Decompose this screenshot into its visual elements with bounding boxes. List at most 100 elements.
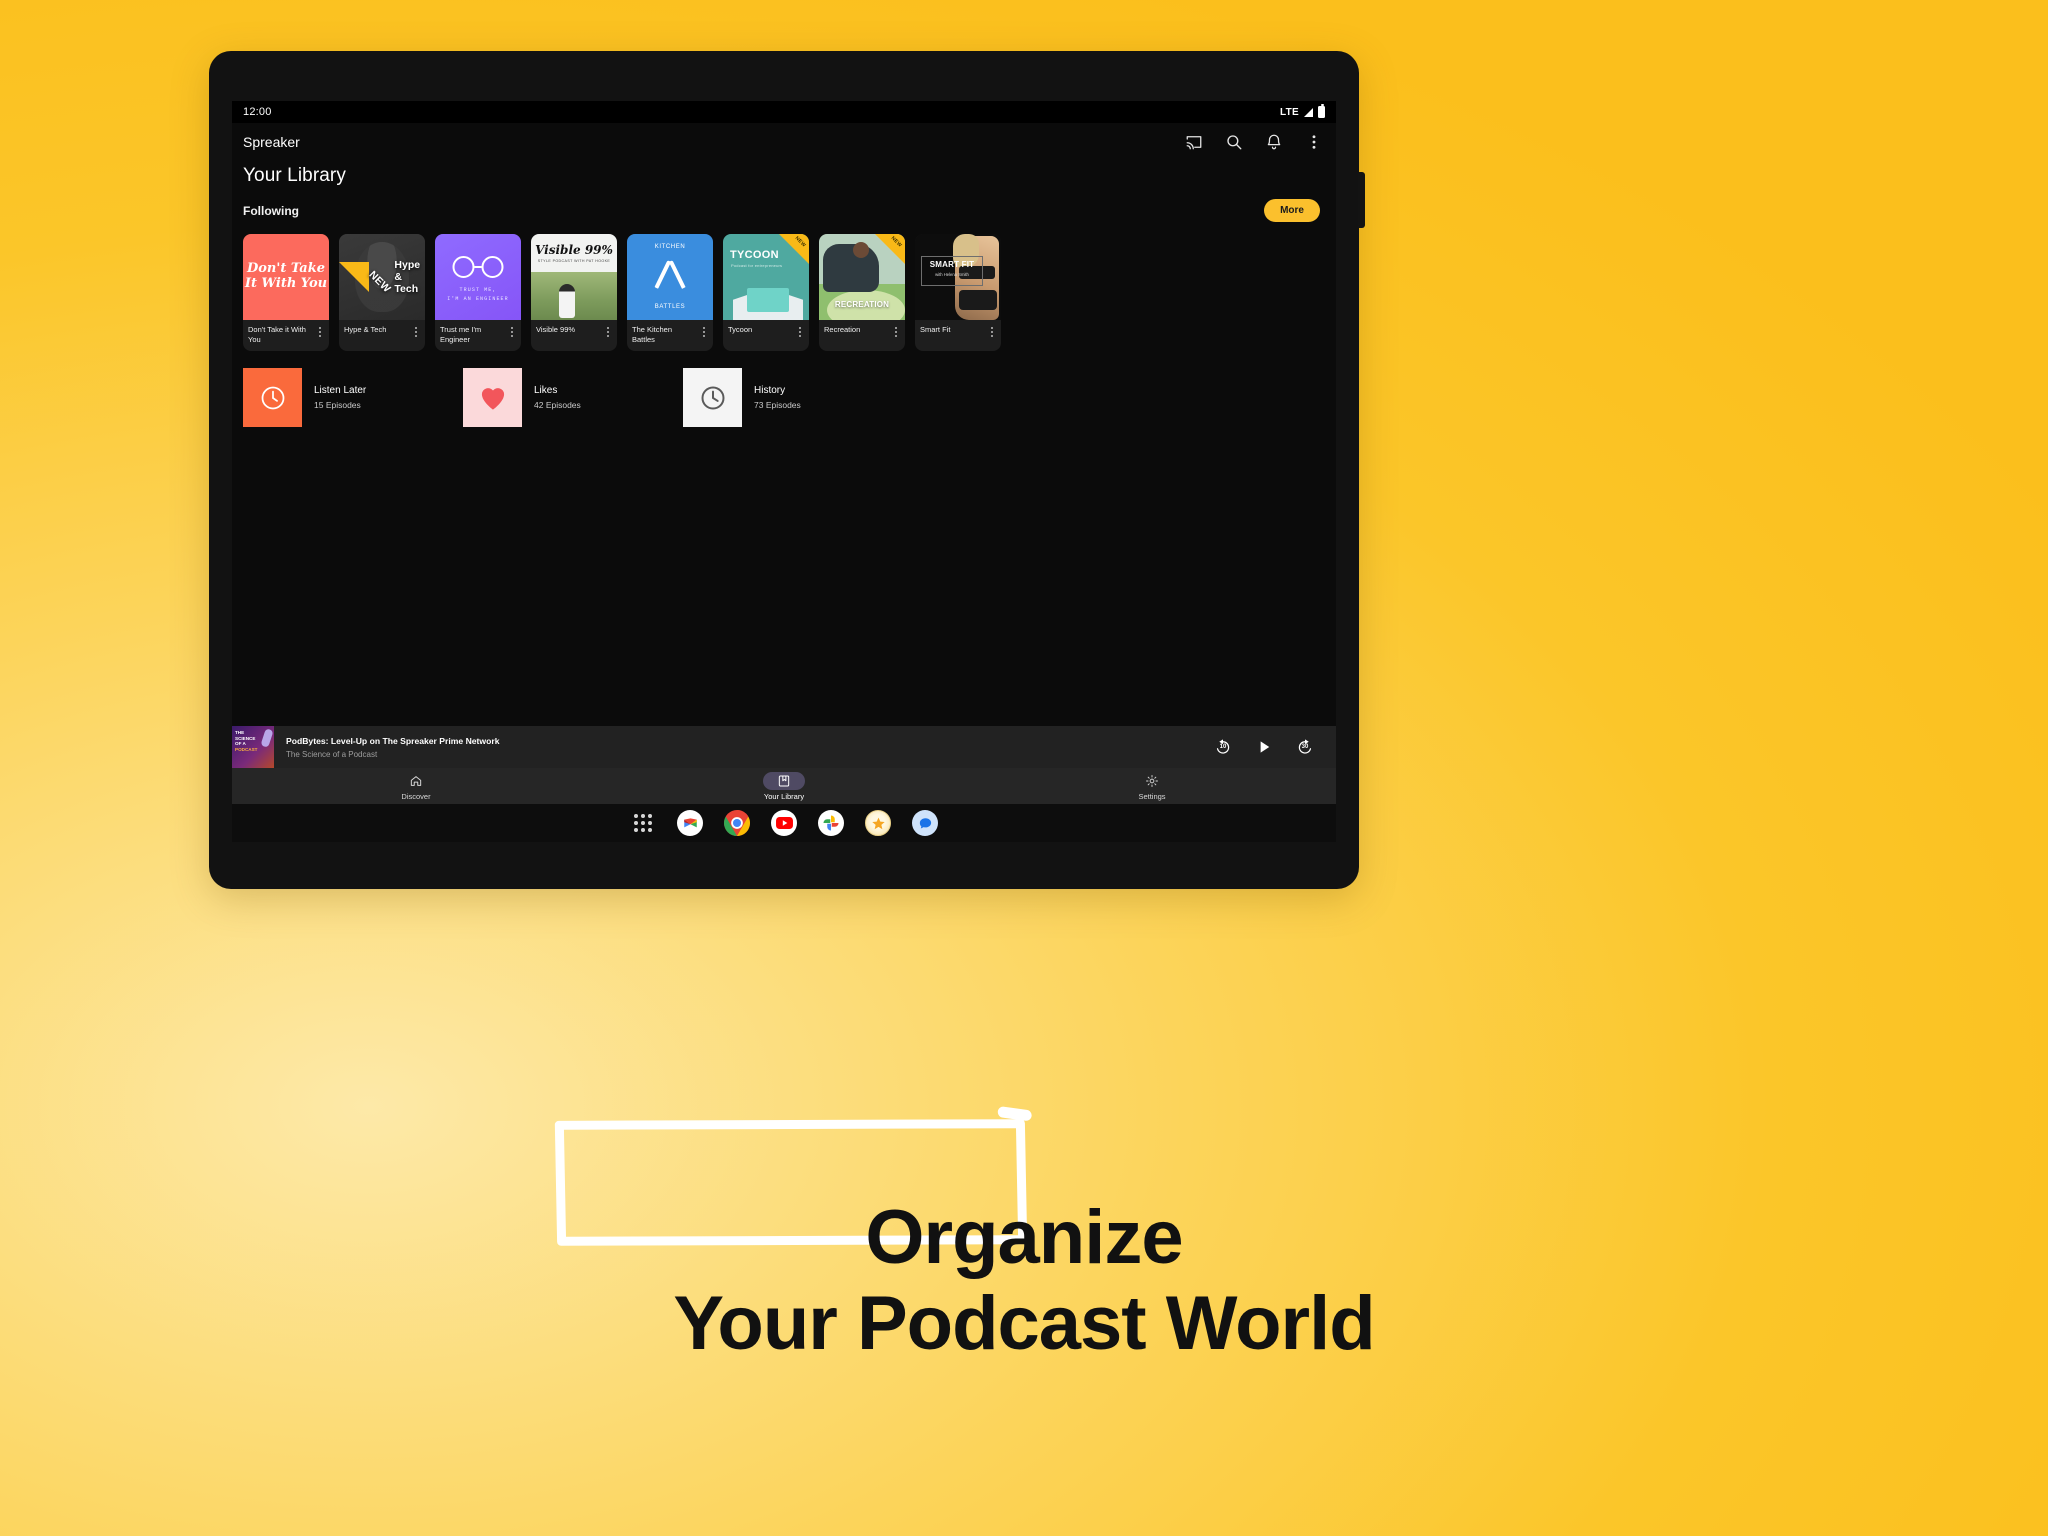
podcast-card-meta: Trust me I'm Engineer: [435, 320, 521, 351]
library-item-subtitle: 15 Episodes: [314, 400, 361, 411]
notifications-bell-icon[interactable]: [1265, 133, 1283, 151]
overflow-menu-icon[interactable]: [1305, 133, 1323, 151]
nav-label-settings: Settings: [1138, 791, 1166, 801]
podcast-artwork: NEW RECREATION: [819, 234, 905, 320]
money-illustration: [747, 288, 789, 312]
marketing-caption: Organize Your Podcast World: [0, 1119, 2048, 1366]
likes-artwork: [463, 368, 522, 428]
card-overflow-menu-icon[interactable]: [411, 325, 421, 337]
card-overflow-menu-icon[interactable]: [795, 325, 805, 337]
library-item-history[interactable]: History 73 Episodes: [683, 368, 903, 428]
library-item-title: Listen Later: [314, 385, 367, 397]
spoon-icon: [668, 260, 686, 289]
youtube-icon[interactable]: [771, 810, 797, 836]
following-header: Following More: [232, 187, 1336, 222]
battery-full-icon: [1318, 104, 1325, 118]
fork-icon: [654, 260, 672, 289]
nav-label-your-library: Your Library: [763, 791, 805, 801]
star-app-icon[interactable]: [865, 810, 891, 836]
chrome-icon[interactable]: [724, 810, 750, 836]
artwork-title: Don't Take It With You: [244, 261, 328, 291]
nav-tab-your-library[interactable]: Your Library: [600, 771, 968, 801]
person-photo: [559, 284, 575, 318]
library-item-subtitle: 73 Episodes: [754, 400, 801, 411]
forward-seconds-label: 30: [1301, 743, 1309, 750]
artwork-line-3: OF A: [235, 741, 246, 747]
podcast-card[interactable]: SMART FIT with Helena Smith Smart Fit: [915, 234, 1001, 352]
artwork-line-4: PODCAST: [235, 747, 258, 753]
caption-line-2: Your Podcast World: [673, 1281, 1375, 1366]
search-icon[interactable]: [1225, 133, 1243, 151]
podcast-card-meta: Hype & Tech: [339, 320, 425, 343]
caption-line-1: Organize: [865, 1195, 1183, 1280]
podcast-card-meta: Don't Take it With You: [243, 320, 329, 351]
artwork-line-1: TRUST ME,: [459, 287, 497, 293]
podcast-artwork: SMART FIT with Helena Smith: [915, 234, 1001, 320]
mini-player[interactable]: THE SCIENCE OF A PODCAST PodBytes: Level…: [232, 726, 1336, 768]
card-overflow-menu-icon[interactable]: [315, 325, 325, 337]
podcast-title: Don't Take it With You: [248, 325, 306, 345]
play-button[interactable]: [1255, 738, 1273, 756]
play-icon: [1260, 741, 1270, 753]
forward-30-button[interactable]: 30: [1296, 738, 1314, 756]
card-overflow-menu-icon[interactable]: [891, 325, 901, 337]
android-dock: [232, 804, 1336, 842]
nav-tab-discover[interactable]: Discover: [232, 772, 600, 801]
artwork-line-2: I'M AN ENGINEER: [447, 295, 509, 302]
podcast-title: Hype & Tech: [344, 325, 387, 334]
tablet-device: 12:00 LTE Spreaker Your Library Followin…: [209, 51, 1359, 889]
home-icon: [395, 772, 437, 790]
tablet-power-button: [1358, 172, 1365, 228]
podcast-artwork: NEW TYCOON Podcast for entrepreneurs: [723, 234, 809, 320]
library-item-title: History: [754, 385, 786, 397]
artwork-line-1: THE: [235, 730, 245, 735]
podcast-card[interactable]: Visible 99% STYLE PODCAST WITH PAT HOOKE…: [531, 234, 617, 352]
artwork-line-1: KITCHEN: [654, 244, 686, 250]
card-overflow-menu-icon[interactable]: [507, 325, 517, 337]
rewind-seconds-label: 10: [1219, 743, 1227, 750]
new-badge: [339, 262, 369, 292]
rewind-10-button[interactable]: 10: [1214, 738, 1232, 756]
podcast-card[interactable]: NEW TYCOON Podcast for entrepreneurs Tyc…: [723, 234, 809, 352]
messages-icon[interactable]: [912, 810, 938, 836]
page-title: Your Library: [243, 165, 346, 186]
app-drawer-icon[interactable]: [630, 810, 656, 836]
podcast-card[interactable]: Don't Take It With You Don't Take it Wit…: [243, 234, 329, 352]
podcast-card[interactable]: KITCHEN BATTLES The Kitchen Battles: [627, 234, 713, 352]
section-label-following: Following: [243, 203, 299, 218]
library-quick-list: Listen Later 15 Episodes Likes 42 Episod…: [232, 351, 1336, 428]
microphone-illustration: [260, 728, 274, 748]
podcast-card-meta: Visible 99%: [531, 320, 617, 343]
podcast-card[interactable]: TRUST ME, I'M AN ENGINEER Trust me I'm E…: [435, 234, 521, 352]
podcast-artwork: Don't Take It With You: [243, 234, 329, 320]
podcast-card-meta: Recreation: [819, 320, 905, 343]
artwork-subtitle: Podcast for entrepreneurs: [731, 263, 783, 268]
cast-icon[interactable]: [1185, 133, 1203, 151]
podcast-card-meta: Smart Fit: [915, 320, 1001, 343]
podcast-card-meta: The Kitchen Battles: [627, 320, 713, 351]
artwork-title: RECREATION: [834, 300, 890, 309]
athlete-head: [853, 242, 869, 258]
player-episode-title: PodBytes: Level-Up on The Spreaker Prime…: [286, 735, 500, 746]
signal-bars-icon: [1304, 107, 1313, 117]
more-button[interactable]: More: [1264, 199, 1320, 222]
library-item-listen-later[interactable]: Listen Later 15 Episodes: [243, 368, 463, 428]
card-overflow-menu-icon[interactable]: [699, 325, 709, 337]
podcast-card[interactable]: NEW Hype & Tech Hype & Tech: [339, 234, 425, 352]
podcast-title: Trust me I'm Engineer: [440, 325, 482, 345]
app-bar-actions: [1185, 133, 1323, 151]
podcast-card[interactable]: NEW RECREATION Recreation: [819, 234, 905, 352]
card-overflow-menu-icon[interactable]: [987, 325, 997, 337]
sports-shorts: [959, 290, 997, 310]
podcast-title: The Kitchen Battles: [632, 325, 673, 345]
listen-later-artwork: [243, 368, 302, 428]
gmail-icon[interactable]: [677, 810, 703, 836]
nav-tab-settings[interactable]: Settings: [968, 772, 1336, 801]
player-artwork-text: THE SCIENCE OF A PODCAST: [235, 730, 257, 753]
library-bookmark-icon: [763, 771, 805, 790]
card-overflow-menu-icon[interactable]: [603, 325, 613, 337]
google-photos-icon[interactable]: [818, 810, 844, 836]
library-item-likes[interactable]: Likes 42 Episodes: [463, 368, 683, 428]
history-text: History 73 Episodes: [742, 385, 801, 410]
podcast-title: Recreation: [824, 325, 861, 334]
